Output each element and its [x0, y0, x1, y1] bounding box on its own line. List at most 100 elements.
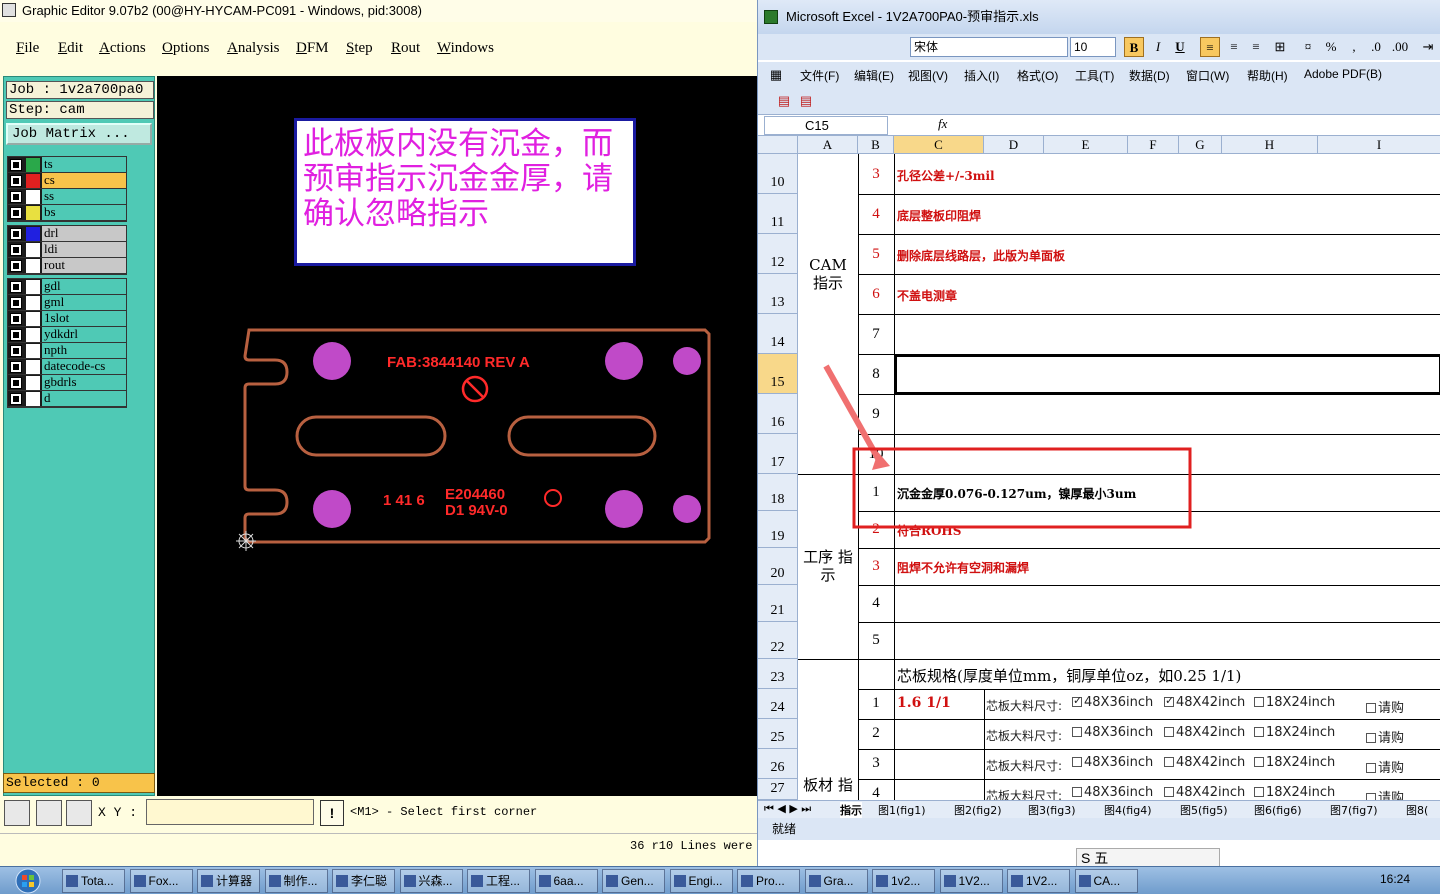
- size-checkbox[interactable]: [1072, 694, 1082, 707]
- xy-input[interactable]: [146, 799, 314, 825]
- layer-color-swatch[interactable]: [26, 227, 40, 241]
- purchase-option[interactable]: 请购: [1366, 787, 1404, 800]
- size-checkbox[interactable]: [1164, 694, 1174, 707]
- layer-color-swatch[interactable]: [26, 174, 40, 188]
- purchase-option[interactable]: 请购: [1366, 727, 1404, 746]
- layer-checkbox[interactable]: [10, 393, 22, 405]
- layer-color-swatch[interactable]: [26, 190, 40, 204]
- row-header-20[interactable]: 20: [758, 548, 798, 585]
- layer-checkbox[interactable]: [10, 159, 22, 171]
- size-option-48x42inch[interactable]: 48X42inch: [1164, 785, 1245, 800]
- layer-name[interactable]: ss: [42, 189, 126, 204]
- layer-row-cs[interactable]: cs: [8, 173, 126, 189]
- taskbar-button[interactable]: 兴森...: [399, 869, 463, 893]
- cam-item-text[interactable]: 不盖电测章: [897, 287, 957, 304]
- size-option-48x42inch[interactable]: 48X42inch: [1164, 755, 1245, 770]
- taskbar-button[interactable]: 制作...: [264, 869, 328, 893]
- currency-icon[interactable]: ¤: [1298, 37, 1318, 57]
- fx-icon[interactable]: fx: [938, 116, 947, 132]
- layer-checkbox[interactable]: [10, 361, 22, 373]
- layer-checkbox[interactable]: [10, 377, 22, 389]
- sheet-tab[interactable]: 图5(fig5): [1180, 802, 1228, 818]
- xl-menu-insert[interactable]: 插入(I): [964, 67, 999, 84]
- layer-name[interactable]: ts: [42, 157, 126, 172]
- measure-button[interactable]: [36, 800, 62, 826]
- size-checkbox[interactable]: [1254, 757, 1264, 767]
- size-checkbox[interactable]: [1254, 787, 1264, 797]
- size-checkbox[interactable]: [1164, 787, 1174, 797]
- layer-row-ldi[interactable]: ldi: [8, 242, 126, 258]
- sheet-tab[interactable]: 图6(fig6): [1254, 802, 1302, 818]
- menu-step[interactable]: Step: [346, 40, 373, 57]
- layer-row-ss[interactable]: ss: [8, 189, 126, 205]
- select-all-corner[interactable]: [758, 136, 798, 154]
- sheet-tab[interactable]: 图7(fig7): [1330, 802, 1378, 818]
- layer-row-rout[interactable]: rout: [8, 258, 126, 274]
- layer-checkbox[interactable]: [10, 313, 22, 325]
- row-header-21[interactable]: 21: [758, 585, 798, 622]
- layer-color-swatch[interactable]: [26, 296, 40, 310]
- layer-row-gdl[interactable]: gdl: [8, 279, 126, 295]
- layer-checkbox[interactable]: [10, 329, 22, 341]
- row-header-10[interactable]: 10: [758, 154, 798, 194]
- menu-edit[interactable]: Edit: [58, 40, 83, 57]
- row-header-27[interactable]: 27: [758, 779, 798, 800]
- layer-checkbox[interactable]: [10, 281, 22, 293]
- row-header-11[interactable]: 11: [758, 194, 798, 234]
- row-header-22[interactable]: 22: [758, 622, 798, 659]
- xl-menu-window[interactable]: 窗口(W): [1186, 67, 1229, 84]
- layer-color-swatch[interactable]: [26, 344, 40, 358]
- layer-name[interactable]: gbdrls: [42, 375, 126, 390]
- sheet-tab[interactable]: 图2(fig2): [954, 802, 1002, 818]
- layer-name[interactable]: datecode-cs: [42, 359, 126, 374]
- name-box[interactable]: C15: [764, 116, 888, 135]
- xl-menu-adobe-pdf[interactable]: Adobe PDF(B): [1304, 67, 1382, 81]
- layer-color-swatch[interactable]: [26, 243, 40, 257]
- active-cell-c15[interactable]: [895, 355, 1440, 394]
- row-header-26[interactable]: 26: [758, 749, 798, 779]
- size-checkbox[interactable]: [1254, 727, 1264, 737]
- purchase-checkbox[interactable]: [1366, 793, 1376, 800]
- align-center-icon[interactable]: ≡: [1224, 37, 1244, 57]
- layer-name[interactable]: cs: [42, 173, 126, 188]
- row-header-25[interactable]: 25: [758, 719, 798, 749]
- taskbar-button[interactable]: 1V2...: [1007, 869, 1070, 893]
- xl-menu-help[interactable]: 帮助(H): [1247, 67, 1288, 84]
- taskbar-button[interactable]: 计算器: [197, 869, 260, 893]
- merge-center-icon[interactable]: ⊞: [1270, 37, 1290, 57]
- layer-name[interactable]: ldi: [42, 242, 126, 257]
- column-header-h[interactable]: H: [1222, 136, 1318, 154]
- layer-color-swatch[interactable]: [26, 392, 40, 406]
- grid-button[interactable]: [66, 800, 92, 826]
- column-header-b[interactable]: B: [858, 136, 894, 154]
- layer-color-swatch[interactable]: [26, 158, 40, 172]
- zoom-window-button[interactable]: [4, 800, 30, 826]
- xl-menu-file[interactable]: 文件(F): [800, 67, 839, 84]
- layer-row-datecode-cs[interactable]: datecode-cs: [8, 359, 126, 375]
- xl-menu-view[interactable]: 视图(V): [908, 67, 948, 84]
- layer-color-swatch[interactable]: [26, 280, 40, 294]
- layer-row-1slot[interactable]: 1slot: [8, 311, 126, 327]
- size-checkbox[interactable]: [1072, 757, 1082, 767]
- increase-decimal-icon[interactable]: .0: [1366, 37, 1386, 57]
- layer-row-gbdrls[interactable]: gbdrls: [8, 375, 126, 391]
- layer-row-d[interactable]: d: [8, 391, 126, 407]
- row-header-23[interactable]: 23: [758, 659, 798, 689]
- size-option-18x24inch[interactable]: 18X24inch: [1254, 785, 1335, 800]
- decrease-decimal-icon[interactable]: .00: [1390, 37, 1410, 57]
- menu-file[interactable]: File: [16, 40, 39, 57]
- layer-checkbox[interactable]: [10, 207, 22, 219]
- column-header-g[interactable]: G: [1179, 136, 1222, 154]
- menu-options[interactable]: Options: [162, 40, 210, 57]
- taskbar-button[interactable]: Pro...: [737, 869, 800, 893]
- layer-color-swatch[interactable]: [26, 360, 40, 374]
- column-header-i[interactable]: I: [1318, 136, 1440, 154]
- layer-checkbox[interactable]: [10, 244, 22, 256]
- size-option-18x24inch[interactable]: 18X24inch: [1254, 755, 1335, 770]
- pdf-mail-icon[interactable]: ▤: [796, 91, 816, 111]
- row-header-15[interactable]: 15: [758, 354, 798, 394]
- layer-name[interactable]: bs: [42, 205, 126, 220]
- comma-icon[interactable]: ,: [1344, 37, 1364, 57]
- menu-windows[interactable]: Windows: [437, 40, 494, 57]
- layer-name[interactable]: ydkdrl: [42, 327, 126, 342]
